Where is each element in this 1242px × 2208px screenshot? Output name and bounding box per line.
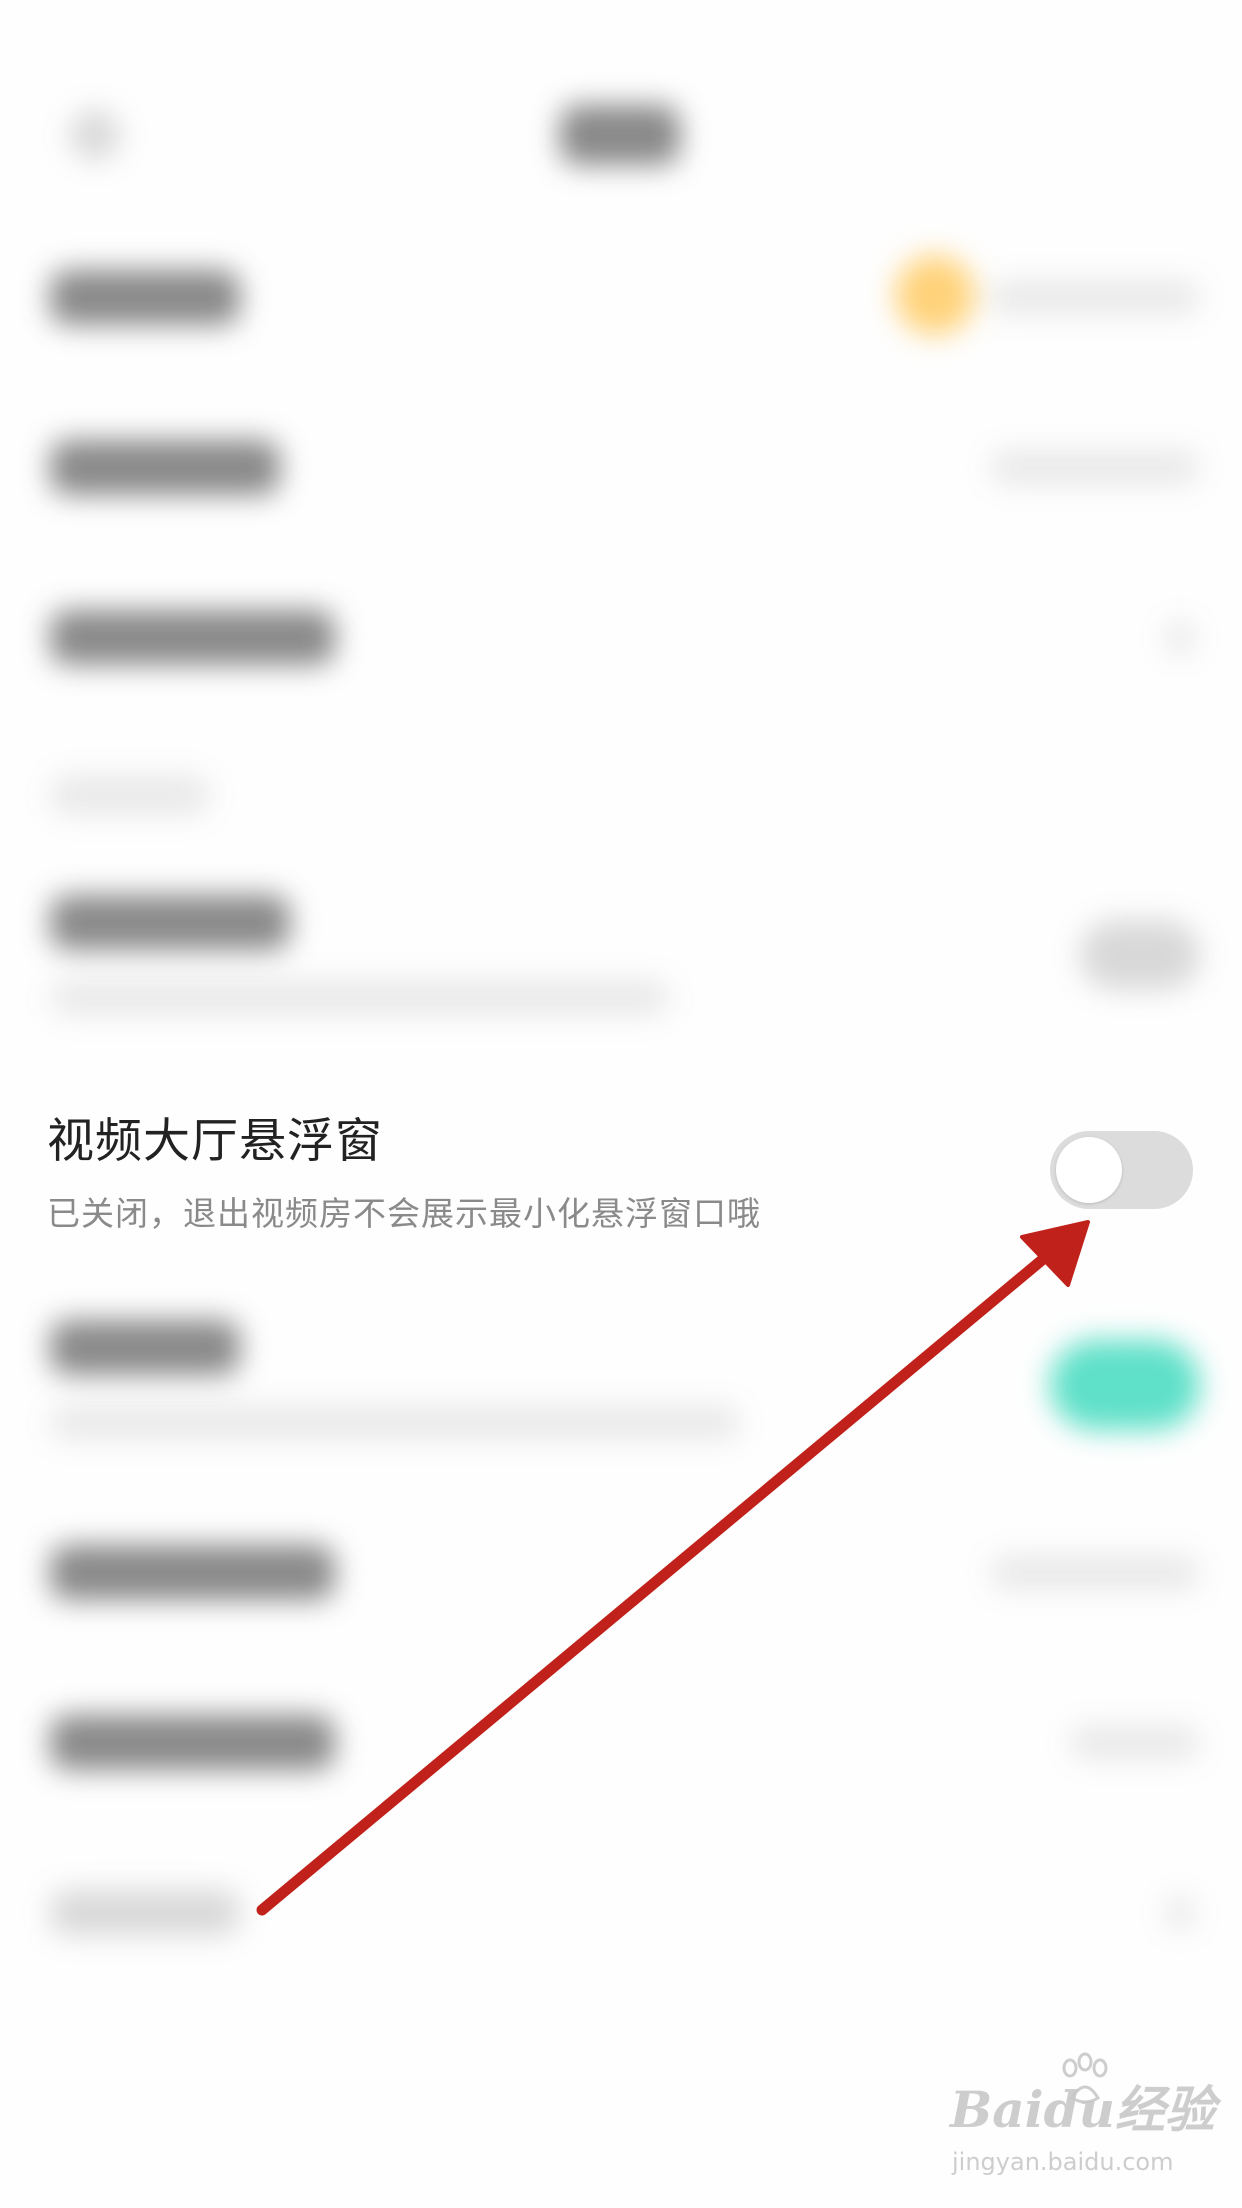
setting-row-label	[50, 1545, 335, 1600]
setting-row-label	[50, 1890, 240, 1935]
setting-row-label	[50, 440, 280, 495]
chevron-right-icon	[1165, 620, 1195, 655]
settings-screen: 视频大厅悬浮窗 已关闭，退出视频房不会展示最小化悬浮窗口哦 Baidu经验 ji…	[0, 0, 1242, 2208]
floating-window-title: 视频大厅悬浮窗	[47, 1114, 383, 1169]
setting-row-toggle[interactable]	[1080, 920, 1200, 990]
setting-row-value	[990, 280, 1200, 315]
section-header	[50, 775, 210, 815]
watermark-url: jingyan.baidu.com	[952, 2148, 1174, 2176]
chevron-right-icon	[1165, 1895, 1195, 1930]
floating-window-setting-row: 视频大厅悬浮窗 已关闭，退出视频房不会展示最小化悬浮窗口哦	[0, 1080, 1242, 1260]
watermark: Baidu经验 jingyan.baidu.com	[950, 2052, 1215, 2190]
page-title	[560, 105, 680, 165]
setting-row-label	[50, 1320, 240, 1375]
setting-row-value	[1070, 1725, 1200, 1760]
floating-window-toggle[interactable]	[1050, 1131, 1193, 1209]
toggle-knob	[1056, 1137, 1122, 1203]
setting-row-label	[50, 895, 290, 950]
setting-row-toggle-on[interactable]	[1050, 1340, 1200, 1430]
floating-window-description: 已关闭，退出视频房不会展示最小化悬浮窗口哦	[47, 1194, 761, 1233]
setting-row-description	[50, 980, 670, 1015]
setting-row-value	[990, 1555, 1200, 1590]
setting-row-label	[50, 1715, 335, 1770]
setting-row-label	[50, 270, 240, 325]
back-icon[interactable]	[70, 110, 120, 160]
setting-row-value	[990, 450, 1200, 485]
arrow-shaft	[256, 1239, 1066, 1916]
watermark-logo: Baidu经验	[950, 2080, 1215, 2139]
setting-row-label	[50, 610, 335, 665]
setting-row-accent-icon	[895, 255, 975, 335]
setting-row-description	[50, 1405, 740, 1440]
